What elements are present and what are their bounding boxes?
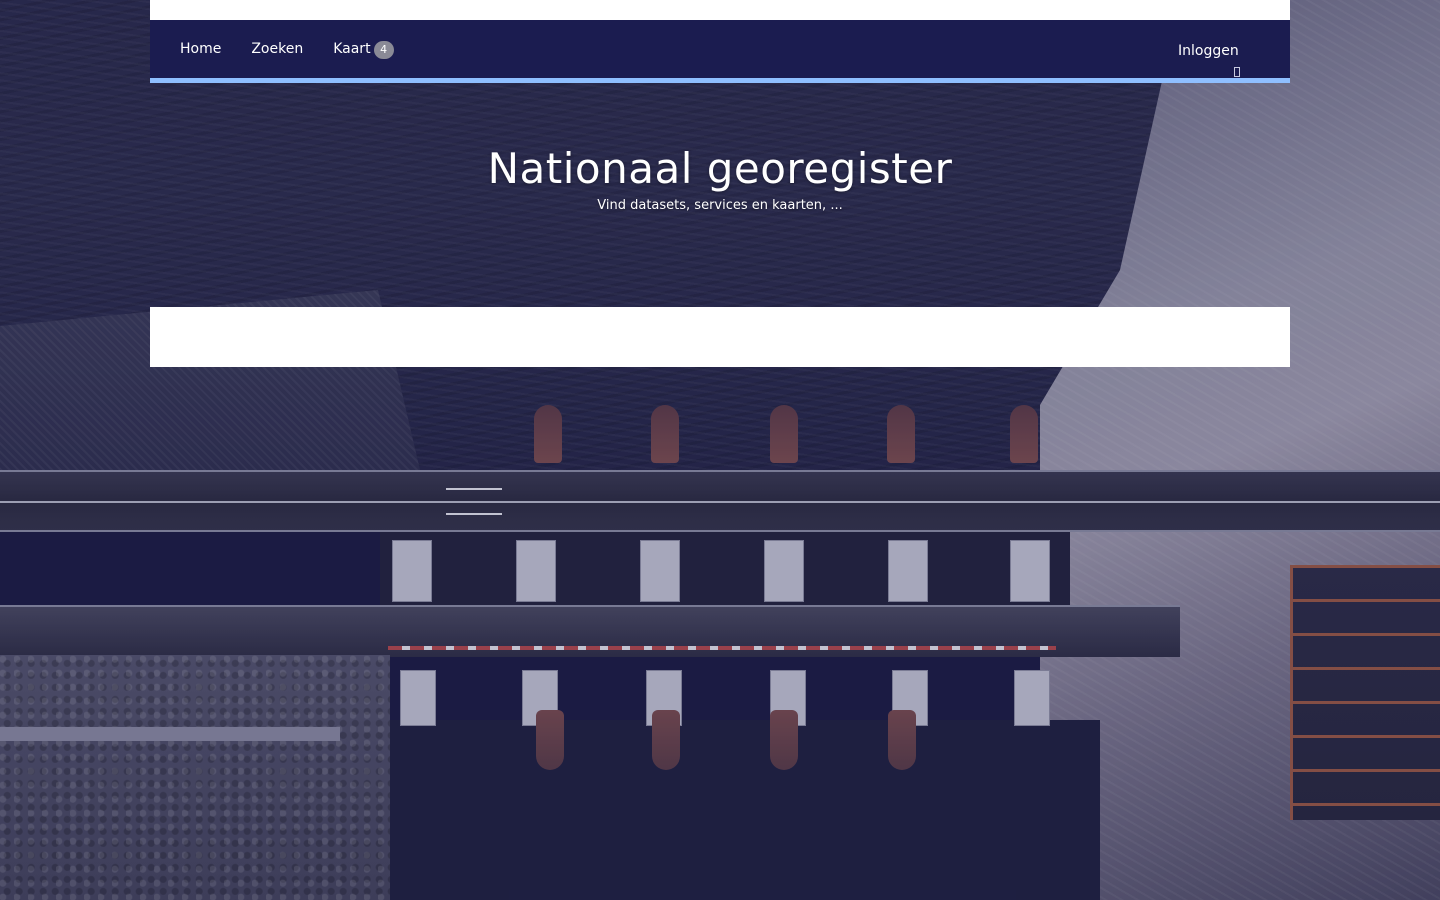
background-aerial-image — [0, 0, 1440, 900]
nav-user-area: Inloggen — [1170, 20, 1290, 78]
page-subtitle: Vind datasets, services en kaarten, ... — [597, 198, 843, 213]
nav-item-label: Zoeken — [251, 41, 304, 57]
page-title: Nationaal georegister — [487, 144, 953, 193]
user-icon[interactable] — [1234, 67, 1240, 77]
bg-tint-overlay — [0, 0, 1440, 900]
top-strip — [150, 0, 1290, 20]
nav-item-zoeken[interactable]: Zoeken — [236, 20, 318, 78]
nav-item-label: Kaart — [333, 41, 371, 57]
kaart-count-badge: 4 — [373, 41, 394, 59]
main-navbar: Home Zoeken Kaart 4 Inloggen — [150, 20, 1290, 83]
nav-item-home[interactable]: Home — [165, 20, 236, 78]
hero: Nationaal georegister Vind datasets, ser… — [150, 140, 1290, 214]
search-panel[interactable] — [150, 307, 1290, 367]
nav-item-label: Home — [180, 41, 222, 57]
nav-item-kaart[interactable]: Kaart 4 — [318, 20, 408, 78]
nav-menu: Home Zoeken Kaart 4 — [150, 20, 409, 78]
login-link[interactable]: Inloggen — [1178, 20, 1239, 83]
